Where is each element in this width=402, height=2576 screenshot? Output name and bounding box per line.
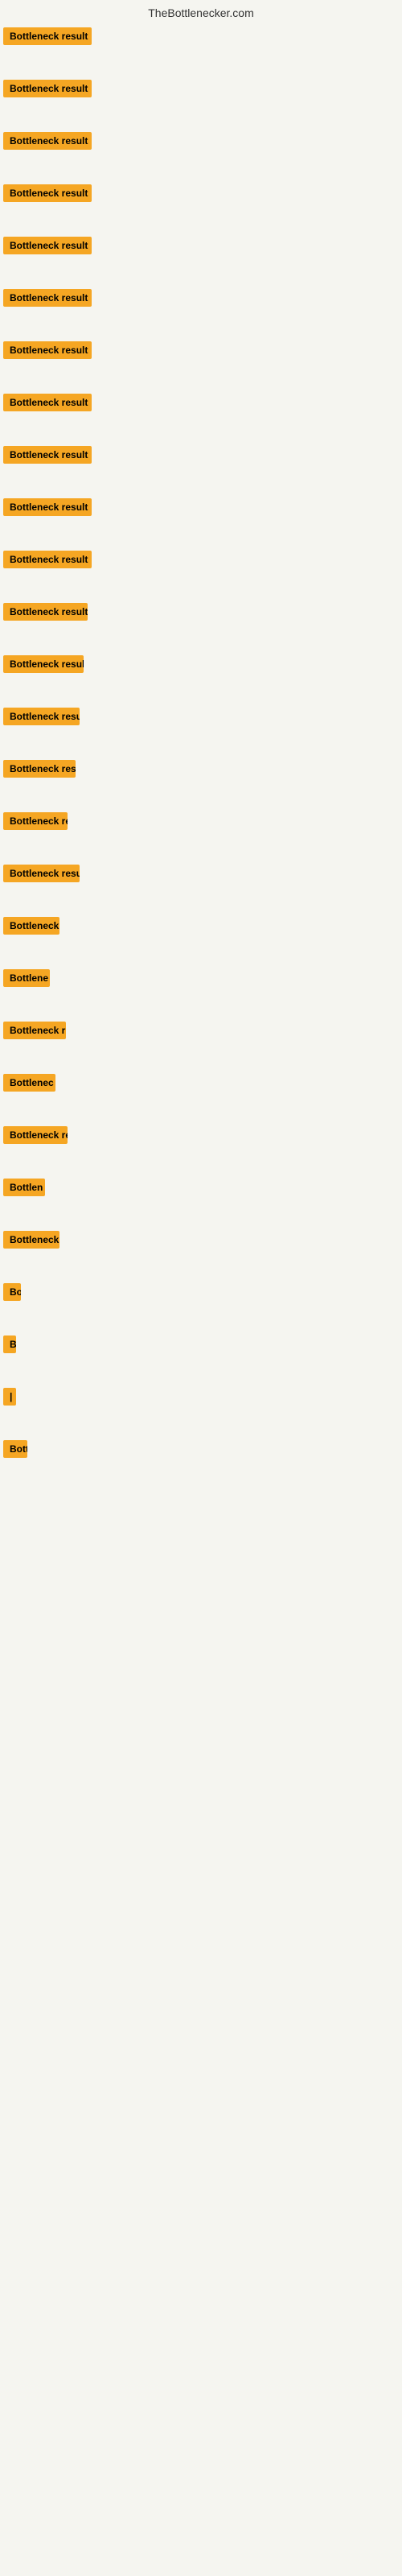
bottleneck-badge[interactable]: Bottleneck r bbox=[3, 1022, 66, 1039]
bottleneck-badge[interactable]: Bottleneck result bbox=[3, 655, 84, 673]
list-item: Bottleneck result bbox=[3, 441, 402, 477]
row-spacer bbox=[0, 582, 402, 598]
list-item: Bottlene bbox=[3, 964, 402, 1001]
list-item: Bottlenec bbox=[3, 1069, 402, 1105]
list-item: Bottleneck re bbox=[3, 807, 402, 844]
list-item: Bottleneck result bbox=[3, 75, 402, 111]
list-item: Bottleneck result bbox=[3, 755, 402, 791]
bottleneck-badge[interactable]: Bottleneck result bbox=[3, 760, 76, 778]
bottleneck-badge[interactable]: Bott bbox=[3, 1440, 27, 1458]
bottleneck-badge[interactable]: Bottleneck result bbox=[3, 708, 80, 725]
row-spacer bbox=[0, 1419, 402, 1435]
bottleneck-badge[interactable]: Bottleneck result bbox=[3, 394, 92, 411]
bottleneck-badge[interactable]: Bottlenec bbox=[3, 1074, 55, 1092]
list-item: Bottleneck result bbox=[3, 180, 402, 216]
list-item: | bbox=[3, 1383, 402, 1419]
bottleneck-badge[interactable]: Bottleneck bbox=[3, 1231, 59, 1249]
row-spacer bbox=[0, 739, 402, 755]
row-spacer bbox=[0, 111, 402, 127]
list-item: Bottleneck result bbox=[3, 232, 402, 268]
items-container: Bottleneck result Bottleneck result Bottle… bbox=[0, 23, 402, 1488]
row-spacer bbox=[0, 373, 402, 389]
bottleneck-badge[interactable]: Bottleneck result bbox=[3, 446, 92, 464]
bottleneck-badge[interactable]: Bottleneck re bbox=[3, 1126, 68, 1144]
row-spacer bbox=[0, 634, 402, 650]
row-spacer bbox=[0, 1210, 402, 1226]
list-item: Bottleneck result bbox=[3, 703, 402, 739]
list-item: B bbox=[3, 1331, 402, 1367]
row-spacer bbox=[0, 1262, 402, 1278]
row-spacer bbox=[0, 1105, 402, 1121]
bottleneck-badge[interactable]: Bottlene bbox=[3, 969, 50, 987]
row-spacer bbox=[0, 425, 402, 441]
list-item: Bottleneck r bbox=[3, 1017, 402, 1053]
bottleneck-badge[interactable]: Bottleneck result bbox=[3, 237, 92, 254]
row-spacer bbox=[0, 268, 402, 284]
row-spacer bbox=[0, 791, 402, 807]
list-item: Bottlen bbox=[3, 1174, 402, 1210]
list-item: Bottleneck result bbox=[3, 336, 402, 373]
row-spacer bbox=[0, 948, 402, 964]
list-item: Bottleneck result bbox=[3, 598, 402, 634]
bottleneck-badge[interactable]: | bbox=[3, 1388, 16, 1406]
row-spacer bbox=[0, 530, 402, 546]
list-item: Bottleneck result bbox=[3, 650, 402, 687]
row-spacer bbox=[0, 1158, 402, 1174]
bottleneck-badge[interactable]: Bottleneck result bbox=[3, 341, 92, 359]
row-spacer bbox=[0, 1472, 402, 1488]
row-spacer bbox=[0, 320, 402, 336]
bottleneck-badge[interactable]: Bottleneck result bbox=[3, 80, 92, 97]
row-spacer bbox=[0, 163, 402, 180]
row-spacer bbox=[0, 1367, 402, 1383]
bottleneck-badge[interactable]: Bo bbox=[3, 1283, 21, 1301]
bottleneck-badge[interactable]: Bottleneck bbox=[3, 917, 59, 935]
bottleneck-badge[interactable]: Bottleneck resul bbox=[3, 865, 80, 882]
bottleneck-badge[interactable]: Bottleneck result bbox=[3, 603, 88, 621]
bottleneck-badge[interactable]: Bottleneck result bbox=[3, 27, 92, 45]
row-spacer bbox=[0, 687, 402, 703]
list-item: Bottleneck re bbox=[3, 1121, 402, 1158]
list-item: Bott bbox=[3, 1435, 402, 1472]
row-spacer bbox=[0, 1001, 402, 1017]
list-item: Bottleneck bbox=[3, 912, 402, 948]
list-item: Bottleneck resul bbox=[3, 860, 402, 896]
bottleneck-badge[interactable]: Bottleneck result bbox=[3, 551, 92, 568]
list-item: Bottleneck result bbox=[3, 127, 402, 163]
list-item: Bottleneck result bbox=[3, 284, 402, 320]
bottleneck-badge[interactable]: Bottleneck re bbox=[3, 812, 68, 830]
site-header: TheBottlenecker.com bbox=[0, 0, 402, 23]
row-spacer bbox=[0, 896, 402, 912]
bottleneck-badge[interactable]: Bottlen bbox=[3, 1179, 45, 1196]
bottleneck-badge[interactable]: Bottleneck result bbox=[3, 184, 92, 202]
row-spacer bbox=[0, 1315, 402, 1331]
bottleneck-badge[interactable]: Bottleneck result bbox=[3, 498, 92, 516]
list-item: Bottleneck result bbox=[3, 389, 402, 425]
list-item: Bottleneck bbox=[3, 1226, 402, 1262]
row-spacer bbox=[0, 844, 402, 860]
list-item: Bottleneck result bbox=[3, 546, 402, 582]
list-item: Bo bbox=[3, 1278, 402, 1315]
row-spacer bbox=[0, 59, 402, 75]
bottleneck-badge[interactable]: B bbox=[3, 1335, 16, 1353]
row-spacer bbox=[0, 216, 402, 232]
row-spacer bbox=[0, 1053, 402, 1069]
bottleneck-badge[interactable]: Bottleneck result bbox=[3, 289, 92, 307]
bottleneck-badge[interactable]: Bottleneck result bbox=[3, 132, 92, 150]
row-spacer bbox=[0, 477, 402, 493]
list-item: Bottleneck result bbox=[3, 493, 402, 530]
list-item: Bottleneck result bbox=[3, 23, 402, 59]
